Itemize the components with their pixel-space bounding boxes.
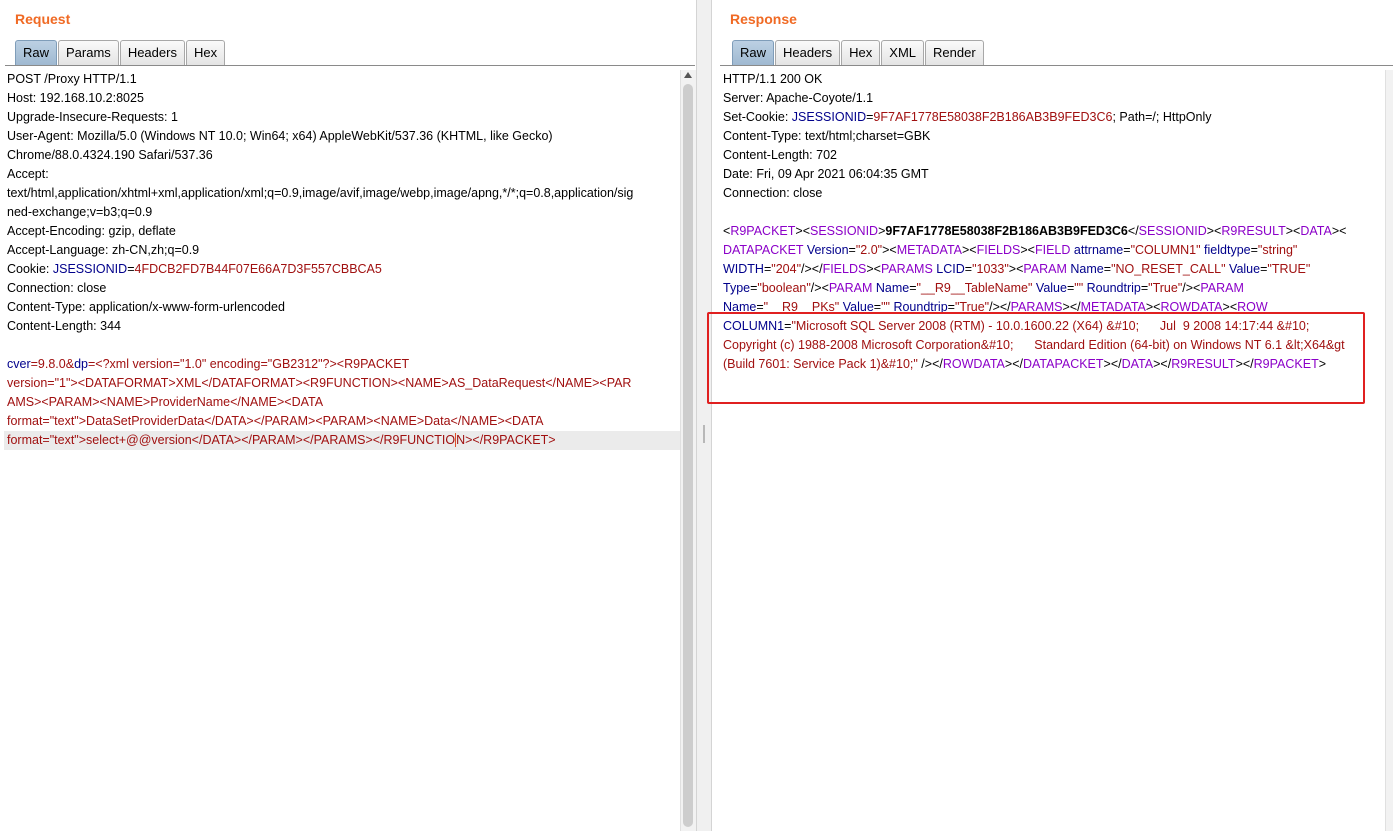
request-line: Accept-Language: zh-CN,zh;q=0.9 bbox=[7, 243, 200, 257]
request-tab-underline bbox=[5, 65, 695, 66]
request-line: Accept: bbox=[7, 167, 49, 181]
response-line bbox=[720, 203, 1385, 222]
response-body-line: Type="boolean"/><PARAM Name="__R9__Table… bbox=[723, 281, 1244, 295]
response-pane: Response Raw Headers Hex XML Render HTTP… bbox=[712, 0, 1393, 831]
request-body-line: version="1"><DATAFORMAT>XML</DATAFORMAT>… bbox=[7, 376, 632, 390]
request-tab-params[interactable]: Params bbox=[58, 40, 119, 65]
text-caret bbox=[455, 433, 457, 447]
request-line: Upgrade-Insecure-Requests: 1 bbox=[7, 110, 178, 124]
request-scroll-thumb[interactable] bbox=[683, 84, 693, 827]
response-title: Response bbox=[730, 11, 797, 27]
response-line: Set-Cookie: JSESSIONID=9F7AF1778E58038F2… bbox=[723, 110, 1212, 124]
response-tab-underline bbox=[720, 65, 1393, 66]
highlight-annotation-box bbox=[707, 312, 1365, 404]
request-body-line: format="text">DataSetProviderData</DATA>… bbox=[7, 414, 544, 428]
request-scrollbar[interactable] bbox=[680, 70, 696, 831]
request-line: Cookie: JSESSIONID=4FDCB2FD7B44F07E66A7D… bbox=[7, 262, 382, 276]
request-line: Accept-Encoding: gzip, deflate bbox=[7, 224, 176, 238]
response-line: Server: Apache-Coyote/1.1 bbox=[723, 91, 874, 105]
request-line: POST /Proxy HTTP/1.1 bbox=[7, 72, 137, 86]
request-body-line: AMS><PARAM><NAME>ProviderName</NAME><DAT… bbox=[7, 395, 324, 409]
request-body-line: cver=9.8.0&dp=<?xml version="1.0" encodi… bbox=[7, 357, 410, 371]
request-tabs: Raw Params Headers Hex bbox=[15, 40, 226, 65]
response-body-line: DATAPACKET Version="2.0"><METADATA><FIEL… bbox=[723, 243, 1298, 257]
response-line: HTTP/1.1 200 OK bbox=[723, 72, 823, 86]
response-line: Connection: close bbox=[723, 186, 823, 200]
request-line bbox=[4, 336, 680, 355]
pane-splitter[interactable] bbox=[696, 0, 712, 831]
response-tab-hex[interactable]: Hex bbox=[841, 40, 881, 65]
request-tab-hex[interactable]: Hex bbox=[185, 40, 226, 65]
request-editor[interactable]: POST /Proxy HTTP/1.1 Host: 192.168.10.2:… bbox=[4, 70, 680, 831]
response-body-line: <R9PACKET><SESSIONID>9F7AF1778E58038F2B1… bbox=[723, 224, 1347, 238]
response-line: Date: Fri, 09 Apr 2021 06:04:35 GMT bbox=[723, 167, 929, 181]
request-tab-raw[interactable]: Raw bbox=[15, 40, 58, 65]
request-title: Request bbox=[15, 11, 71, 27]
request-line: Chrome/88.0.4324.190 Safari/537.36 bbox=[7, 148, 213, 162]
response-line: Content-Type: text/html;charset=GBK bbox=[723, 129, 931, 143]
request-line: ned-exchange;v=b3;q=0.9 bbox=[7, 205, 153, 219]
response-tab-raw[interactable]: Raw bbox=[732, 40, 775, 65]
request-body-line-current: format="text">select+@@version</DATA></P… bbox=[4, 431, 680, 450]
scroll-up-arrow-icon[interactable] bbox=[684, 72, 692, 78]
request-line: Content-Type: application/x-www-form-url… bbox=[7, 300, 285, 314]
response-tabs: Raw Headers Hex XML Render bbox=[732, 40, 985, 65]
request-line: Content-Length: 344 bbox=[7, 319, 121, 333]
response-tab-render[interactable]: Render bbox=[925, 40, 984, 65]
response-tab-headers[interactable]: Headers bbox=[775, 40, 841, 65]
response-scrollbar[interactable] bbox=[1385, 70, 1393, 831]
request-tab-headers[interactable]: Headers bbox=[119, 40, 185, 65]
request-line: Host: 192.168.10.2:8025 bbox=[7, 91, 144, 105]
request-line: text/html,application/xhtml+xml,applicat… bbox=[7, 186, 634, 200]
splitter-grip-icon bbox=[703, 425, 705, 443]
response-tab-xml[interactable]: XML bbox=[881, 40, 925, 65]
response-line: Content-Length: 702 bbox=[723, 148, 837, 162]
request-line: Connection: close bbox=[7, 281, 107, 295]
response-body-line: WIDTH="204"/></FIELDS><PARAMS LCID="1033… bbox=[723, 262, 1311, 276]
request-line: User-Agent: Mozilla/5.0 (Windows NT 10.0… bbox=[7, 129, 553, 143]
response-editor[interactable]: HTTP/1.1 200 OK Server: Apache-Coyote/1.… bbox=[720, 70, 1385, 831]
request-pane: Request Raw Params Headers Hex POST /Pro… bbox=[0, 0, 696, 831]
